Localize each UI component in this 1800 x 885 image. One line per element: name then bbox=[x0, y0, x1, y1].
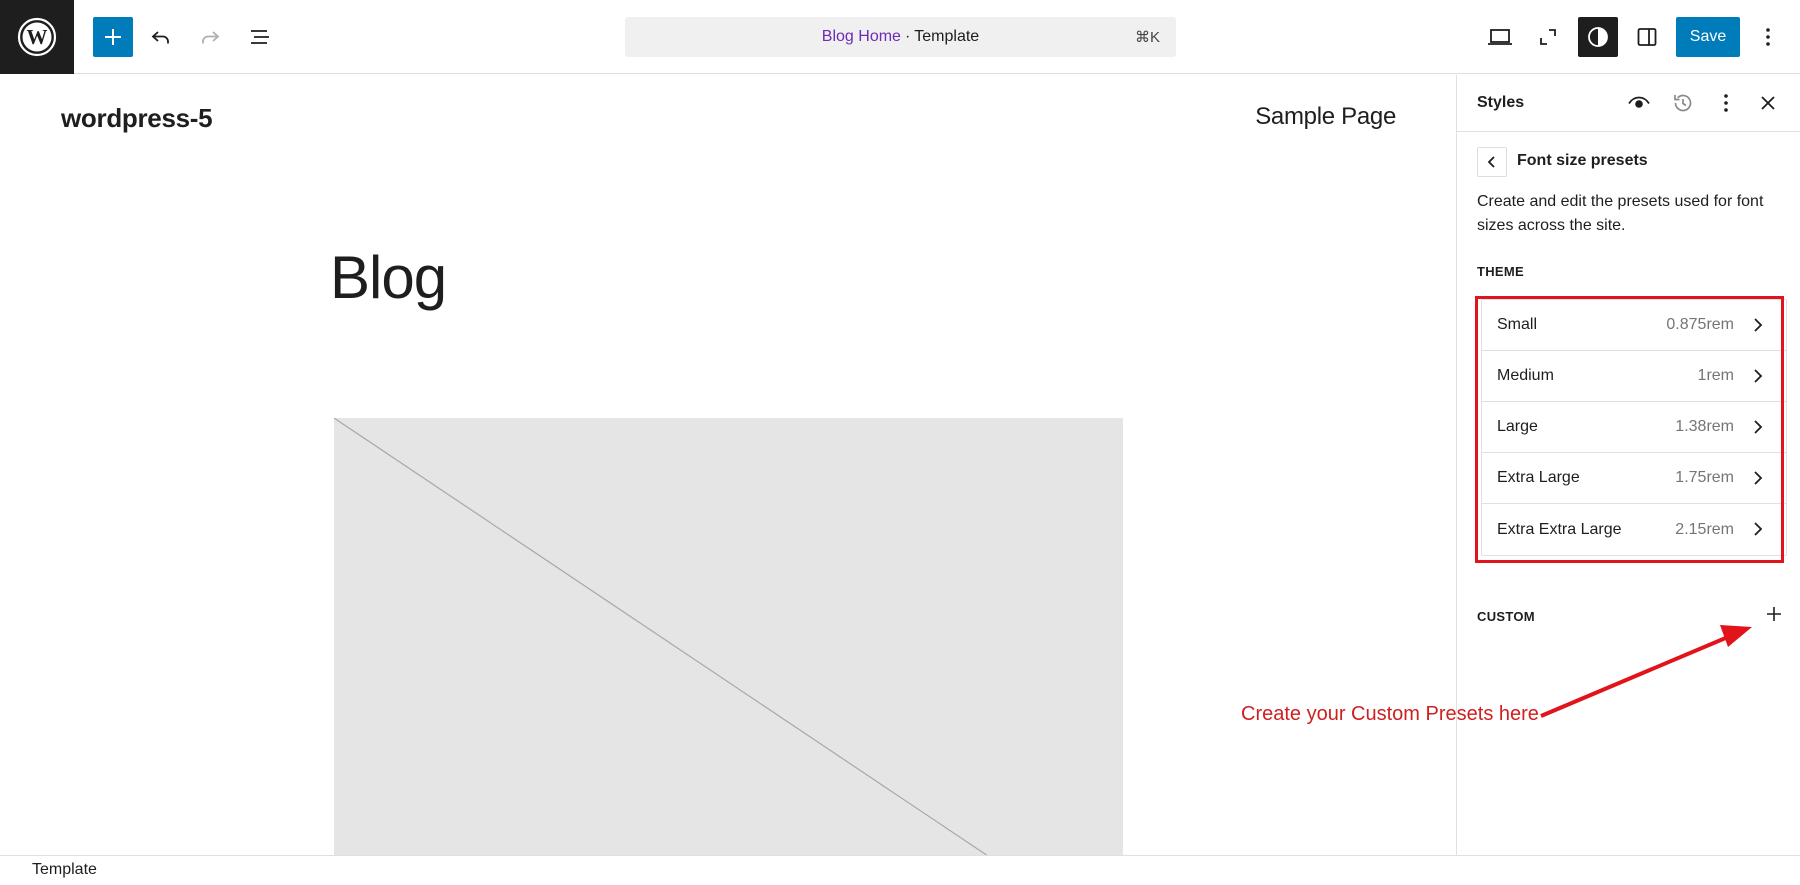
preset-value: 2.15rem bbox=[1675, 520, 1734, 538]
plus-icon bbox=[105, 29, 121, 45]
chevron-right-icon bbox=[1754, 420, 1763, 434]
history-icon bbox=[1674, 94, 1692, 112]
zoom-out-button[interactable] bbox=[1528, 17, 1568, 57]
preset-value: 0.875rem bbox=[1666, 316, 1734, 333]
style-book-button[interactable] bbox=[1624, 88, 1654, 118]
block-breadcrumb-bar: Template bbox=[0, 855, 1800, 885]
expand-icon bbox=[1540, 29, 1556, 45]
annotation-text: Create your Custom Presets here bbox=[1241, 703, 1539, 725]
styles-toggle-button[interactable] bbox=[1578, 17, 1618, 57]
preset-value: 1rem bbox=[1697, 367, 1734, 384]
document-title: Blog Home bbox=[821, 28, 901, 45]
preset-item-large[interactable]: Large 1.38rem bbox=[1482, 402, 1786, 453]
settings-toggle-button[interactable] bbox=[1627, 17, 1667, 57]
save-button[interactable]: Save bbox=[1676, 17, 1740, 57]
preset-name: Extra Extra Large bbox=[1497, 520, 1622, 538]
redo-button[interactable] bbox=[190, 17, 230, 57]
vertical-ellipsis-icon bbox=[1766, 28, 1770, 46]
add-custom-preset-button[interactable] bbox=[1759, 599, 1789, 629]
contrast-icon bbox=[1588, 27, 1608, 47]
sidebar-header: Styles bbox=[1457, 75, 1800, 132]
theme-section-label: THEME bbox=[1477, 264, 1524, 279]
preset-name: Extra Large bbox=[1497, 469, 1580, 486]
revisions-button[interactable] bbox=[1668, 88, 1698, 118]
close-icon bbox=[1761, 96, 1775, 110]
preset-item-extra-large[interactable]: Extra Large 1.75rem bbox=[1482, 453, 1786, 504]
preset-value: 1.75rem bbox=[1675, 469, 1734, 486]
undo-button[interactable] bbox=[141, 17, 181, 57]
laptop-icon bbox=[1488, 29, 1512, 45]
editor-header: W Blog Home · Template ⌘K Save bbox=[0, 0, 1800, 74]
document-type: Template bbox=[914, 28, 980, 45]
close-sidebar-button[interactable] bbox=[1753, 88, 1783, 118]
page-title[interactable]: Blog bbox=[330, 243, 447, 312]
chevron-right-icon bbox=[1754, 318, 1763, 332]
styles-actions-button[interactable] bbox=[1711, 88, 1741, 118]
chevron-right-icon bbox=[1754, 522, 1763, 536]
add-block-button[interactable] bbox=[93, 17, 133, 57]
chevron-right-icon bbox=[1754, 369, 1763, 383]
chevron-right-icon bbox=[1754, 471, 1763, 485]
navigation-link-sample-page[interactable]: Sample Page bbox=[1255, 103, 1396, 131]
back-button[interactable] bbox=[1477, 147, 1507, 177]
undo-icon bbox=[151, 31, 169, 44]
custom-section-label: CUSTOM bbox=[1477, 609, 1535, 624]
editor-canvas[interactable]: wordpress-5 Sample Page Blog bbox=[0, 75, 1456, 855]
chevron-left-icon bbox=[1487, 156, 1495, 168]
preset-item-extra-extra-large[interactable]: Extra Extra Large 2.15rem bbox=[1482, 504, 1786, 555]
command-center[interactable]: Blog Home · Template ⌘K bbox=[625, 17, 1176, 57]
panel-title: Font size presets bbox=[1517, 152, 1648, 169]
sidebar-icon bbox=[1637, 28, 1657, 46]
device-preview-button[interactable] bbox=[1480, 17, 1520, 57]
wordpress-logo-icon[interactable]: W bbox=[0, 0, 74, 74]
vertical-ellipsis-icon bbox=[1724, 94, 1728, 112]
preset-value: 1.38rem bbox=[1675, 418, 1734, 435]
plus-icon bbox=[1767, 607, 1781, 621]
document-overview-button[interactable] bbox=[240, 17, 280, 57]
svg-text:W: W bbox=[27, 25, 48, 49]
breadcrumb-template[interactable]: Template bbox=[32, 861, 97, 879]
preset-item-medium[interactable]: Medium 1rem bbox=[1482, 351, 1786, 402]
eye-icon bbox=[1628, 96, 1650, 108]
site-title[interactable]: wordpress-5 bbox=[61, 103, 213, 134]
placeholder-diagonal bbox=[334, 418, 988, 855]
theme-preset-list: Small 0.875rem Medium 1rem Large 1.38rem… bbox=[1481, 299, 1787, 556]
panel-description: Create and edit the presets used for fon… bbox=[1477, 193, 1764, 234]
preset-item-small[interactable]: Small 0.875rem bbox=[1482, 300, 1786, 351]
preset-name: Medium bbox=[1497, 367, 1554, 384]
redo-icon bbox=[202, 31, 220, 44]
styles-sidebar: Styles Font size presets Create and edit… bbox=[1456, 75, 1800, 855]
sidebar-title: Styles bbox=[1477, 94, 1525, 111]
preset-name: Small bbox=[1497, 316, 1538, 333]
featured-image-placeholder[interactable] bbox=[334, 418, 1123, 855]
options-button[interactable] bbox=[1750, 17, 1786, 57]
preset-name: Large bbox=[1497, 418, 1538, 435]
command-shortcut: ⌘K bbox=[1134, 29, 1160, 46]
title-separator: · bbox=[904, 28, 911, 45]
list-view-icon bbox=[251, 30, 269, 44]
